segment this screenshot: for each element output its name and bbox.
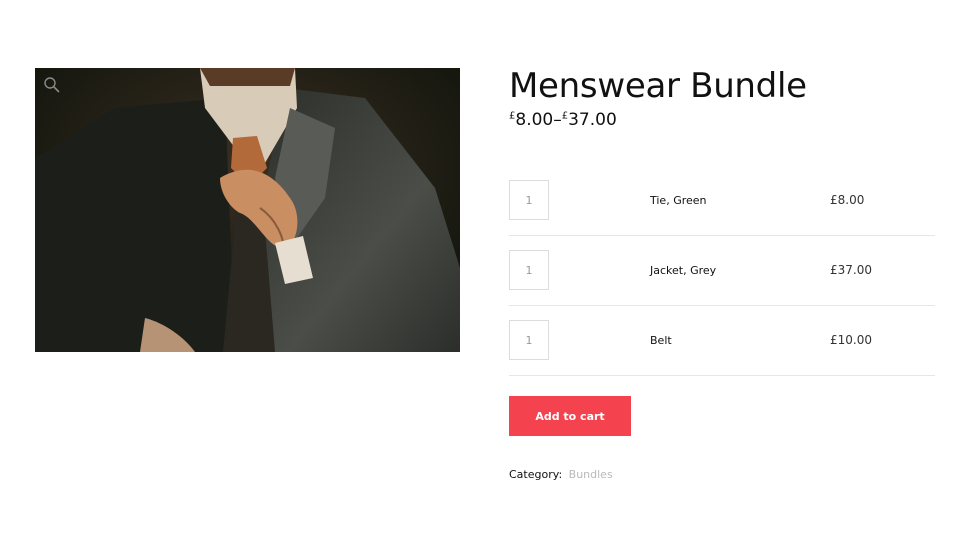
bundle-item-row: Tie, Green £8.00 xyxy=(509,166,935,236)
bundle-items-table: Tie, Green £8.00 Jacket, Grey £37.00 Bel… xyxy=(509,166,935,376)
bundle-item-row: Belt £10.00 xyxy=(509,306,935,376)
add-to-cart-button[interactable]: Add to cart xyxy=(509,396,631,436)
category-label: Category: xyxy=(509,468,563,481)
item-name: Tie, Green xyxy=(650,194,707,207)
bundle-item-row: Jacket, Grey £37.00 xyxy=(509,236,935,306)
quantity-input[interactable] xyxy=(509,320,549,360)
product-image[interactable] xyxy=(35,68,460,352)
product-gallery xyxy=(35,68,460,352)
product-meta: Category: Bundles xyxy=(509,468,613,481)
price-min: 8.00 xyxy=(515,110,554,130)
item-name: Jacket, Grey xyxy=(650,264,717,277)
item-price: £10.00 xyxy=(830,333,872,347)
category-link[interactable]: Bundles xyxy=(569,468,613,481)
quantity-input[interactable] xyxy=(509,180,549,220)
item-price: £37.00 xyxy=(830,263,872,277)
price-separator: – xyxy=(553,110,562,130)
quantity-input[interactable] xyxy=(509,250,549,290)
magnifier-icon[interactable] xyxy=(43,76,61,94)
product-title: Menswear Bundle xyxy=(509,66,807,106)
price-range: £8.00–£37.00 xyxy=(509,110,617,130)
price-max: 37.00 xyxy=(568,110,617,130)
item-name: Belt xyxy=(650,334,672,347)
item-price: £8.00 xyxy=(830,193,865,207)
